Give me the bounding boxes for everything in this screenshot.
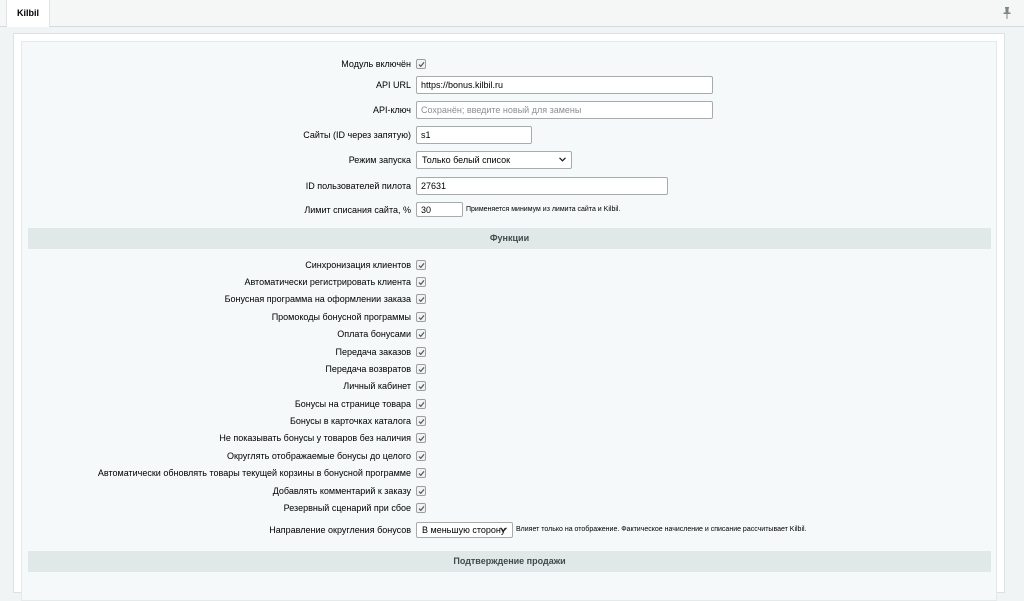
rounding-select[interactable]: В меньшую сторону: [416, 522, 513, 538]
check-icon: [418, 454, 425, 460]
check-icon: [418, 297, 425, 303]
check-icon: [418, 489, 425, 495]
function-label: Оплата бонусами: [337, 329, 411, 339]
api-key-label: API-ключ: [372, 105, 411, 115]
limit-input[interactable]: [416, 202, 463, 217]
function-checkbox[interactable]: [416, 364, 426, 374]
api-url-label: API URL: [375, 80, 411, 90]
function-checkbox[interactable]: [416, 329, 426, 339]
chevron-down-icon: [500, 527, 507, 532]
function-label: Не показывать бонусы у товаров без налич…: [219, 433, 411, 443]
check-icon: [418, 367, 425, 373]
functions-section-header: Функции: [28, 228, 991, 249]
check-icon: [418, 350, 425, 356]
enabled-checkbox[interactable]: [416, 59, 426, 69]
mode-label: Режим запуска: [348, 155, 411, 165]
check-icon: [418, 62, 425, 68]
function-checkbox[interactable]: [416, 277, 426, 287]
function-label: Резервный сценарий при сбое: [283, 503, 411, 513]
function-label: Бонусы в карточках каталога: [289, 416, 411, 426]
api-url-input[interactable]: [416, 76, 713, 94]
function-checkbox[interactable]: [416, 260, 426, 270]
pilot-input[interactable]: [416, 177, 668, 195]
check-icon: [418, 332, 425, 338]
function-checkbox[interactable]: [416, 503, 426, 513]
function-label: Добавлять комментарий к заказу: [272, 486, 411, 496]
api-key-input[interactable]: [416, 101, 713, 119]
function-label: Промокоды бонусной программы: [271, 312, 411, 322]
limit-hint: Применяется минимум из лимита сайта и Ki…: [466, 206, 621, 213]
check-icon: [418, 419, 425, 425]
pin-icon[interactable]: [1002, 7, 1012, 19]
check-icon: [418, 436, 425, 442]
mode-select-value: Только белый список: [422, 155, 511, 165]
check-icon: [418, 280, 425, 286]
confirm-section-header: Подтверждение продажи: [28, 551, 991, 572]
function-checkbox[interactable]: [416, 486, 426, 496]
rounding-label: Направление округления бонусов: [269, 525, 411, 535]
function-label: Передача заказов: [335, 347, 411, 357]
enabled-label: Модуль включён: [341, 59, 411, 69]
function-label: Передача возвратов: [325, 364, 411, 374]
mode-select[interactable]: Только белый список: [416, 151, 572, 169]
limit-label: Лимит списания сайта, %: [304, 205, 411, 215]
function-checkbox[interactable]: [416, 312, 426, 322]
check-icon: [418, 384, 425, 390]
function-checkbox[interactable]: [416, 416, 426, 426]
check-icon: [418, 506, 425, 512]
function-checkbox[interactable]: [416, 433, 426, 443]
function-label: Автоматически обновлять товары текущей к…: [97, 468, 411, 478]
sites-label: Сайты (ID через запятую): [303, 130, 411, 140]
rounding-hint: Влияет только на отображение. Фактическо…: [516, 526, 807, 533]
chevron-down-icon: [559, 157, 566, 162]
function-label: Бонусы на странице товара: [294, 399, 411, 409]
function-checkbox[interactable]: [416, 381, 426, 391]
check-icon: [418, 471, 425, 477]
sites-input[interactable]: [416, 126, 532, 144]
check-icon: [418, 263, 425, 269]
function-label: Автоматически регистрировать клиента: [244, 277, 411, 287]
function-checkbox[interactable]: [416, 294, 426, 304]
function-checkbox[interactable]: [416, 399, 426, 409]
pilot-label: ID пользователей пилота: [305, 181, 411, 191]
function-label: Округлять отображаемые бонусы до целого: [226, 451, 411, 461]
tab-bar: Kilbil: [0, 0, 1024, 27]
settings-panel: [21, 41, 997, 601]
function-checkbox[interactable]: [416, 468, 426, 478]
check-icon: [418, 402, 425, 408]
function-label: Бонусная программа на оформлении заказа: [224, 294, 411, 304]
rounding-select-value: В меньшую сторону: [422, 525, 506, 535]
function-label: Личный кабинет: [343, 381, 411, 391]
function-checkbox[interactable]: [416, 451, 426, 461]
function-checkbox[interactable]: [416, 347, 426, 357]
function-label: Синхронизация клиентов: [305, 260, 411, 270]
check-icon: [418, 315, 425, 321]
tab-kilbil[interactable]: Kilbil: [6, 0, 50, 27]
